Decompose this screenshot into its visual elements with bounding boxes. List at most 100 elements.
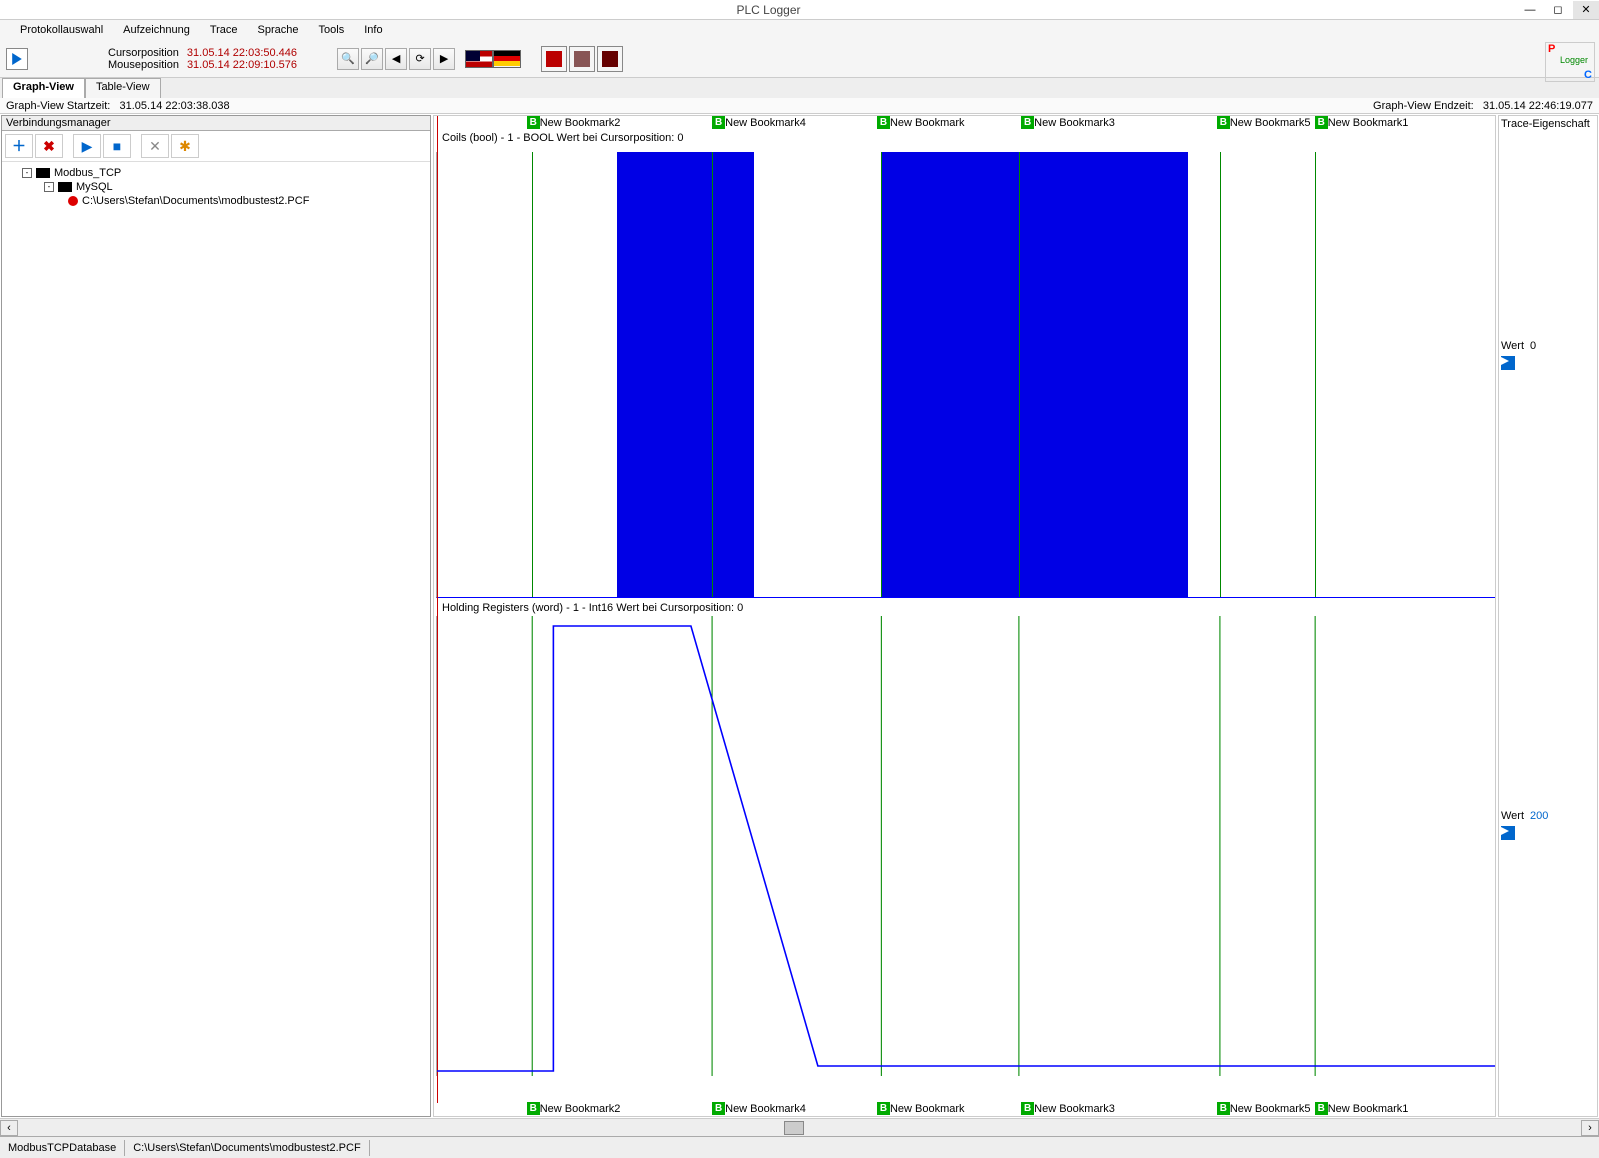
connection-icon [36,168,50,178]
tree-root[interactable]: Modbus_TCP [54,167,121,179]
bookmark-marker[interactable]: BNew Bookmark5 [1217,116,1311,129]
connection-tree[interactable]: -Modbus_TCP -MySQL C:\Users\Stefan\Docum… [2,161,430,1116]
scroll-left-icon[interactable]: ‹ [0,1120,18,1136]
status-db: ModbusTCPDatabase [0,1140,125,1156]
bookmark-icon: B [1021,1102,1034,1115]
bookmark-icon: B [527,116,540,129]
play-icon[interactable] [1501,826,1515,840]
tree-file[interactable]: C:\Users\Stefan\Documents\modbustest2.PC… [82,195,309,207]
scroll-thumb[interactable] [784,1121,804,1135]
nav-home-icon[interactable]: ⟳ [409,48,431,70]
menu-tools[interactable]: Tools [309,22,355,38]
end-time-label: Graph-View Endzeit: [1373,100,1474,112]
zoom-in-icon[interactable]: 🔍 [337,48,359,70]
menu-info[interactable]: Info [354,22,392,38]
flag-de-icon[interactable] [493,50,521,68]
bookmark-marker[interactable]: BNew Bookmark1 [1315,1102,1409,1115]
tree-db[interactable]: MySQL [76,181,113,193]
record-dark-icon[interactable] [597,46,623,72]
view-tabs: Graph-View Table-View [0,78,1599,98]
wert-value: 0 [1530,340,1536,352]
bookmark-marker[interactable]: BNew Bookmark3 [1021,1102,1115,1115]
bookmark-icon: B [1217,1102,1230,1115]
expander-icon[interactable]: - [44,182,54,192]
scroll-right-icon[interactable]: › [1581,1120,1599,1136]
signal-high-segment [617,152,755,597]
bookmark-label: New Bookmark3 [1034,1103,1115,1115]
bookmark-icon: B [712,116,725,129]
bookmark-marker[interactable]: BNew Bookmark4 [712,116,806,129]
bookmark-line [532,152,533,597]
flag-us-icon[interactable] [465,50,493,68]
database-icon [58,182,72,192]
bookmark-marker[interactable]: BNew Bookmark1 [1315,116,1409,129]
bookmark-marker[interactable]: BNew Bookmark2 [527,116,621,129]
tool-x-icon[interactable]: ✕ [141,134,169,158]
bookmark-label: New Bookmark4 [725,1103,806,1115]
menu-protokoll[interactable]: Protokollauswahl [10,22,113,38]
scroll-track[interactable] [18,1121,1581,1135]
file-icon [68,196,78,206]
right-panel-title: Trace-Eigenschaft [1501,118,1595,130]
start-time-label: Graph-View Startzeit: [6,100,110,112]
horizontal-scrollbar[interactable]: ‹ › [0,1118,1599,1136]
bookmark-icon: B [1217,116,1230,129]
close-button[interactable]: ✕ [1573,1,1599,19]
bookmark-marker[interactable]: BNew Bookmark2 [527,1102,621,1115]
bookmark-icon: B [1021,116,1034,129]
bookmark-bar-top: BNew Bookmark2BNew Bookmark4BNew Bookmar… [434,116,1495,130]
channel2-plot[interactable] [436,616,1495,1076]
record-red-icon[interactable] [541,46,567,72]
bookmark-marker[interactable]: BNew Bookmark5 [1217,1102,1311,1115]
menu-trace[interactable]: Trace [200,22,248,38]
maximize-button[interactable]: ◻ [1545,1,1571,19]
bookmark-line [712,152,713,597]
graph-area[interactable]: BNew Bookmark2BNew Bookmark4BNew Bookmar… [433,115,1496,1117]
menu-aufzeichnung[interactable]: Aufzeichnung [113,22,200,38]
nav-fwd-icon[interactable]: ▶ [433,48,455,70]
bookmark-label: New Bookmark2 [540,1103,621,1115]
channel1-plot[interactable] [436,152,1495,598]
record-brown-icon[interactable] [569,46,595,72]
run-button[interactable] [6,48,28,70]
menu-sprache[interactable]: Sprache [248,22,309,38]
delete-icon[interactable]: ✖ [35,134,63,158]
bookmark-bar-bottom: BNew Bookmark2BNew Bookmark4BNew Bookmar… [434,1102,1495,1116]
signal-high-segment [881,152,1188,597]
channel2-label: Holding Registers (word) - 1 - Int16 Wer… [438,602,743,614]
play-icon[interactable] [1501,356,1515,370]
bookmark-icon: B [712,1102,725,1115]
sidebar-title: Verbindungsmanager [2,116,430,131]
cursor-value: 31.05.14 22:03:50.446 [187,47,297,59]
bookmark-label: New Bookmark [890,1103,965,1115]
connection-manager-panel: Verbindungsmanager ＋ ✖ ▶ ■ ✕ ✱ -Modbus_T… [1,115,431,1117]
expander-icon[interactable]: - [22,168,32,178]
wert-label: Wert [1501,810,1524,822]
bookmark-marker[interactable]: BNew Bookmark3 [1021,116,1115,129]
bookmark-icon: B [877,116,890,129]
play-icon[interactable]: ▶ [73,134,101,158]
tab-graph-view[interactable]: Graph-View [2,78,85,98]
bookmark-marker[interactable]: BNew Bookmark4 [712,1102,806,1115]
stop-icon[interactable]: ■ [103,134,131,158]
bookmark-label: New Bookmark5 [1230,117,1311,129]
record-tools [541,46,623,72]
add-icon[interactable]: ＋ [5,134,33,158]
minimize-button[interactable]: ― [1517,1,1543,19]
start-time-value: 31.05.14 22:03:38.038 [120,100,230,112]
zoom-out-icon[interactable]: 🔎 [361,48,383,70]
bookmark-icon: B [1315,1102,1328,1115]
bookmark-label: New Bookmark [890,117,965,129]
zoom-tools: 🔍 🔎 ◀ ⟳ ▶ [337,48,455,70]
bookmark-marker[interactable]: BNew Bookmark [877,1102,965,1115]
tab-table-view[interactable]: Table-View [85,78,161,98]
bookmark-line [1019,152,1020,597]
menu-bar: Protokollauswahl Aufzeichnung Trace Spra… [0,20,1599,40]
nav-back-icon[interactable]: ◀ [385,48,407,70]
bookmark-icon: B [877,1102,890,1115]
tool-star-icon[interactable]: ✱ [171,134,199,158]
time-info-bar: Graph-View Startzeit: 31.05.14 22:03:38.… [0,98,1599,114]
bookmark-marker[interactable]: BNew Bookmark [877,116,965,129]
language-flags [465,50,521,68]
status-bar: ModbusTCPDatabase C:\Users\Stefan\Docume… [0,1136,1599,1158]
